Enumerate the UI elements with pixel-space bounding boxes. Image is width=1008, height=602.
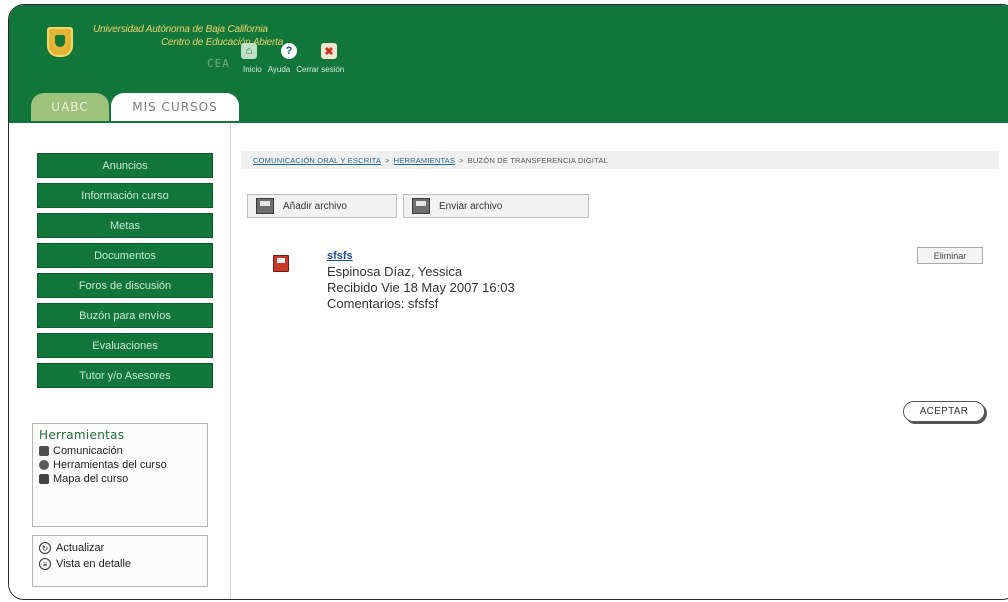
- send-file-button[interactable]: Enviar archivo: [403, 194, 589, 218]
- refresh-action[interactable]: ↻ Actualizar: [33, 540, 207, 556]
- breadcrumb: COMUNICACIÓN ORAL Y ESCRITA > HERRAMIENT…: [241, 151, 999, 169]
- sidebar-button-informacion-curso[interactable]: Información curso: [37, 183, 213, 208]
- tools-panel-title: Herramientas: [39, 428, 125, 442]
- main-content: COMUNICACIÓN ORAL Y ESCRITA > HERRAMIENT…: [231, 123, 1008, 599]
- university-name: Universidad Autónoma de Baja California: [93, 24, 268, 35]
- accept-button[interactable]: ACEPTAR: [903, 401, 985, 422]
- floppy-disk-icon: [273, 255, 289, 272]
- sidebar-button-documentos[interactable]: Documentos: [37, 243, 213, 268]
- university-crest-logo: [47, 27, 73, 57]
- sidebar-button-anuncios[interactable]: Anuncios: [37, 153, 213, 178]
- help-link[interactable]: Ayuda: [268, 65, 291, 74]
- detail-view-label: Vista en detalle: [56, 558, 132, 570]
- detail-view-action[interactable]: ≡ Vista en detalle: [33, 556, 207, 572]
- send-file-icon: [412, 198, 430, 214]
- home-link[interactable]: Inicio: [243, 65, 262, 74]
- browser-frame: Universidad Autónoma de Baja California …: [8, 4, 1008, 600]
- sidebar: Anuncios Información curso Metas Documen…: [9, 123, 231, 599]
- view-actions-panel: ↻ Actualizar ≡ Vista en detalle: [32, 535, 208, 587]
- logout-icon[interactable]: ✖: [321, 43, 337, 59]
- tool-item-herramientas-curso[interactable]: Herramientas del curso: [33, 458, 207, 472]
- sidebar-button-evaluaciones[interactable]: Evaluaciones: [37, 333, 213, 358]
- sidebar-button-tutor[interactable]: Tutor y/o Asesores: [37, 363, 213, 388]
- header: Universidad Autónoma de Baja California …: [9, 5, 1008, 123]
- tool-item-label: Herramientas del curso: [53, 459, 167, 471]
- tool-item-label: Mapa del curso: [53, 473, 129, 485]
- file-author: Espinosa Díaz, Yessica: [327, 264, 463, 279]
- delete-button[interactable]: Eliminar: [917, 247, 983, 264]
- cea-logo: CEA: [207, 57, 230, 70]
- help-icon[interactable]: ?: [281, 43, 297, 59]
- file-received-date: Recibido Vie 18 May 2007 16:03: [327, 280, 515, 295]
- breadcrumb-tools-link[interactable]: HERRAMIENTAS: [394, 156, 455, 165]
- chat-icon: [39, 446, 49, 456]
- breadcrumb-separator: >: [459, 155, 464, 165]
- add-file-button[interactable]: Añadir archivo: [247, 194, 397, 218]
- send-file-label: Enviar archivo: [439, 200, 503, 212]
- map-icon: [39, 474, 49, 484]
- add-file-icon: [256, 198, 274, 214]
- sidebar-button-foros[interactable]: Foros de discusión: [37, 273, 213, 298]
- sidebar-button-metas[interactable]: Metas: [37, 213, 213, 238]
- refresh-icon: ↻: [39, 542, 51, 554]
- add-file-label: Añadir archivo: [283, 200, 347, 212]
- main-tabs: UABC MIS CURSOS: [31, 93, 239, 121]
- file-details: sfsfs Espinosa Díaz, Yessica Recibido Vi…: [327, 248, 515, 312]
- top-navigation-labels: Inicio Ayuda Cerrar sesión: [243, 65, 344, 74]
- home-icon[interactable]: ⌂: [241, 43, 257, 59]
- file-name-link[interactable]: sfsfs: [327, 248, 515, 264]
- tab-uabc[interactable]: UABC: [31, 93, 109, 121]
- tool-item-label: Comunicación: [53, 445, 123, 457]
- breadcrumb-course-link[interactable]: COMUNICACIÓN ORAL Y ESCRITA: [253, 156, 381, 165]
- refresh-label: Actualizar: [56, 542, 105, 554]
- sidebar-button-buzon[interactable]: Buzón para envíos: [37, 303, 213, 328]
- breadcrumb-current: BUZÓN DE TRANSFERENCIA DIGITAL: [467, 155, 609, 165]
- file-comments: Comentarios: sfsfsf: [327, 296, 439, 311]
- logout-link[interactable]: Cerrar sesión: [296, 65, 344, 74]
- tab-mis-cursos[interactable]: MIS CURSOS: [111, 93, 239, 121]
- tool-item-comunicacion[interactable]: Comunicación: [33, 444, 207, 458]
- top-navigation: ⌂ ? ✖: [241, 43, 337, 59]
- breadcrumb-separator: >: [385, 155, 390, 165]
- tools-icon: [39, 460, 49, 470]
- tool-item-mapa-curso[interactable]: Mapa del curso: [33, 472, 207, 486]
- tools-panel: Herramientas Comunicación Herramientas d…: [32, 423, 208, 527]
- detail-view-icon: ≡: [39, 558, 51, 570]
